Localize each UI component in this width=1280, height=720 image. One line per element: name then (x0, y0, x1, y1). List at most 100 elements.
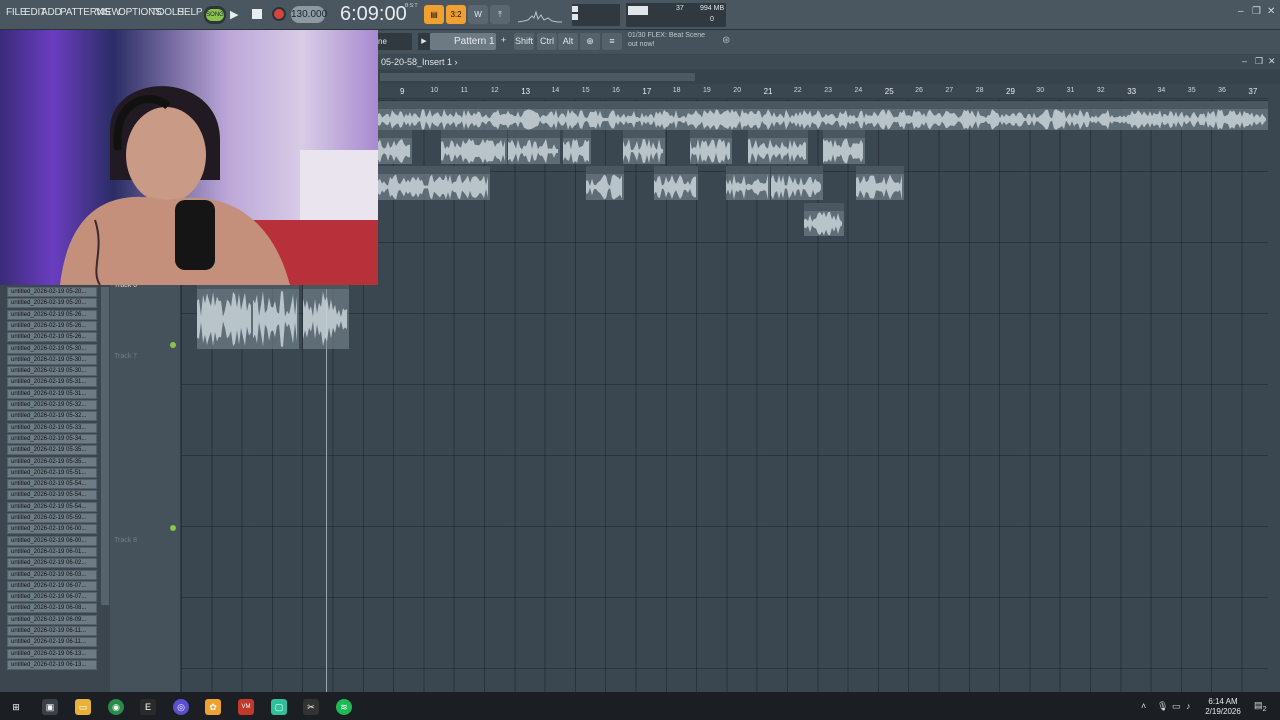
browser-file-item[interactable]: untitled_2026-02-19 05-30... (7, 366, 97, 377)
maximize-icon[interactable]: ❐ (1252, 6, 1261, 17)
ctrl-button[interactable]: Ctrl (537, 33, 557, 50)
snap-button[interactable]: ⊕ (580, 33, 600, 50)
browser-file-item[interactable]: untitled_2026-02-19 06-07... (7, 580, 97, 591)
audio-clip[interactable]: untitled_..._Insert (441, 130, 507, 164)
capcut-icon[interactable]: ✂ (303, 699, 319, 715)
browser-file-item[interactable]: untitled_2026-02-19 06-02... (7, 558, 97, 569)
playlist-minimize-icon[interactable]: – (1242, 56, 1247, 66)
tempo-display[interactable]: 130.000 (291, 6, 327, 23)
browser-file-item[interactable]: untitled_2026-02-19 05-34... (7, 433, 97, 444)
audio-clip[interactable]: unti...t 1 (586, 166, 624, 200)
notification-icon[interactable]: ▤2 (1254, 700, 1267, 713)
track-7-mute-led[interactable] (170, 525, 176, 531)
network-icon[interactable]: ▭ (1172, 701, 1181, 712)
audio-clip[interactable]: 7_Insert 1 (378, 130, 412, 164)
browser-file-item[interactable]: untitled_2026-02-19 05-51... (7, 467, 97, 478)
horizontal-scrollbar[interactable] (378, 70, 1280, 84)
browser-scrollbar[interactable] (101, 287, 109, 605)
browser-file-item[interactable]: untitled_2026-02-19 05-30... (7, 343, 97, 354)
browser-file-item[interactable]: untitled_2026-02-19 06-11... (7, 637, 97, 648)
pattern-arrow-button[interactable]: ▶ (418, 33, 430, 50)
browser-file-item[interactable]: untitled_2026-02-19 06-13... (7, 648, 97, 659)
track-7-label[interactable]: Track 7 (114, 353, 137, 360)
browser-file-item[interactable]: untitled_2026-02-19 05-32... (7, 411, 97, 422)
news-hint[interactable]: 01/30 FLEX: Beat Scene out now! (628, 31, 705, 49)
browser-file-item[interactable]: untitled_2026-02-19 06-00... (7, 535, 97, 546)
file-explorer-icon[interactable]: ▭ (75, 699, 91, 715)
start-icon[interactable]: ⊞ (8, 699, 24, 715)
metronome-button[interactable]: ▤ (424, 5, 444, 24)
menu-add[interactable]: ADD (41, 7, 62, 18)
browser-file-item[interactable]: untitled_2026-02-19 05-20... (7, 287, 97, 297)
scrollbar-thumb[interactable] (380, 73, 695, 81)
online-icon[interactable]: ⊛ (722, 35, 730, 46)
voicemeeter-icon[interactable]: VM (238, 699, 254, 715)
audio-clip[interactable]: unti...rt 1 (804, 203, 844, 236)
browser-file-item[interactable]: untitled_2026-02-19 06-08... (7, 603, 97, 614)
browser-file-item[interactable]: untitled_2026-02-19 05-59... (7, 513, 97, 523)
browser-file-item[interactable]: untitled_2026-02-19 05-54... (7, 490, 97, 501)
browser-file-item[interactable]: untitled_2026-02-19 06-07... (7, 592, 97, 603)
audio-clip[interactable]: untitled...nsert 1 (748, 130, 808, 164)
playlist-maximize-icon[interactable]: ❐ (1255, 56, 1263, 67)
browser-file-item[interactable]: untitled_2026-02-19 05-35... (7, 445, 97, 456)
vertical-scrollbar[interactable] (1268, 85, 1280, 692)
browser-file-item[interactable]: untitled_2026-02-19 05-26... (7, 320, 97, 331)
obs-icon[interactable]: ◎ (173, 699, 189, 715)
task-view-icon[interactable]: ▣ (42, 699, 58, 715)
track-8-label[interactable]: Track 8 (114, 537, 137, 544)
stop-button[interactable] (252, 9, 262, 19)
countdown-button[interactable]: 3:2 (446, 5, 466, 24)
browser-file-item[interactable]: untitled_2026-02-19 05-26... (7, 332, 97, 343)
minimize-icon[interactable]: – (1238, 6, 1244, 17)
audio-clip[interactable]: unti...sert 1 (856, 166, 904, 200)
playlist-close-icon[interactable]: ✕ (1268, 56, 1276, 67)
taskbar-clock[interactable]: 6:14 AM 2/19/2026 (1198, 697, 1248, 717)
browser-file-item[interactable]: untitled_2026-02-19 05-33... (7, 422, 97, 433)
browser-file-item[interactable]: untitled_2026-02-19 05-31... (7, 388, 97, 399)
add-pattern-icon[interactable]: + (501, 35, 506, 45)
audio-clip[interactable]: unti...rt 1 (690, 130, 732, 164)
shift-button[interactable]: Shift (514, 33, 534, 50)
track-6-mute-led[interactable] (170, 342, 176, 348)
timeline-ruler[interactable]: 9 10 11 12 13 14 15 16 17 18 19 20 21 22 23 24 25 26 27 28 2… (378, 85, 1268, 99)
browser-file-item[interactable]: untitled_2026-02-19 06-13... (7, 659, 97, 670)
browser-file-item[interactable]: untitled_2026-02-19 06-00... (7, 524, 97, 535)
audio-clip[interactable]: unti...ert 1 (654, 166, 698, 200)
wait-record-button[interactable]: W (468, 5, 488, 24)
audio-clip[interactable]: 6-02-19 04-47-51_Insert 1 (378, 166, 490, 200)
audio-clip[interactable] (378, 101, 1268, 130)
browser-toggle-button[interactable]: ≡ (602, 33, 622, 50)
browser-file-item[interactable]: untitled_2026-02-19 06-11... (7, 626, 97, 636)
spotify-icon[interactable]: ≋ (336, 699, 352, 715)
fl-studio-icon[interactable]: ✿ (205, 699, 221, 715)
audio-clip[interactable]: unti...rt 1 (726, 166, 770, 200)
browser-file-item[interactable]: untitled_2026-02-19 05-54... (7, 501, 97, 512)
loop-record-button[interactable]: ⤒ (490, 5, 510, 24)
tray-chevron-icon[interactable]: ˄ (1141, 701, 1146, 711)
chrome-icon[interactable]: ◉ (108, 699, 124, 715)
browser-file-item[interactable]: untitled_2026-02-19 05-35... (7, 456, 97, 467)
browser-file-item[interactable]: untitled_2026-02-19 06-09... (7, 614, 97, 625)
audio-clip[interactable]: un...1 (563, 130, 591, 164)
alt-button[interactable]: Alt (558, 33, 578, 50)
audio-clip[interactable]: untitle...sert 1 (197, 281, 253, 349)
browser-file-item[interactable]: untitled_2026-02-19 05-32... (7, 400, 97, 410)
epic-games-icon[interactable]: E (140, 699, 156, 715)
browser-file-item[interactable]: untitled_2026-02-19 05-31... (7, 377, 97, 388)
audio-clip[interactable]: unti...rt 1 (823, 130, 865, 164)
audio-clip[interactable]: unti...rt 1 (253, 281, 299, 349)
browser-file-item[interactable]: untitled_2026-02-19 05-30... (7, 354, 97, 365)
volume-icon[interactable]: ♪ (1186, 701, 1191, 711)
browser-file-item[interactable]: untitled_2026-02-19 05-54... (7, 479, 97, 490)
app-icon[interactable]: ▢ (271, 699, 287, 715)
menu-help[interactable]: HELP (177, 7, 203, 18)
play-button[interactable]: ▶ (230, 8, 242, 22)
browser-file-item[interactable]: untitled_2026-02-19 05-26... (7, 309, 97, 320)
browser-file-item[interactable]: untitled_2026-02-19 06-03... (7, 569, 97, 580)
song-mode-toggle[interactable]: SONG (204, 6, 226, 24)
audio-clip[interactable]: unti...rt 1 (623, 130, 665, 164)
browser-file-item[interactable]: untitled_2026-02-19 06-01... (7, 546, 97, 557)
audio-clip[interactable]: unti...rt 1 (303, 281, 349, 349)
channel-selector[interactable]: ne (378, 33, 412, 50)
